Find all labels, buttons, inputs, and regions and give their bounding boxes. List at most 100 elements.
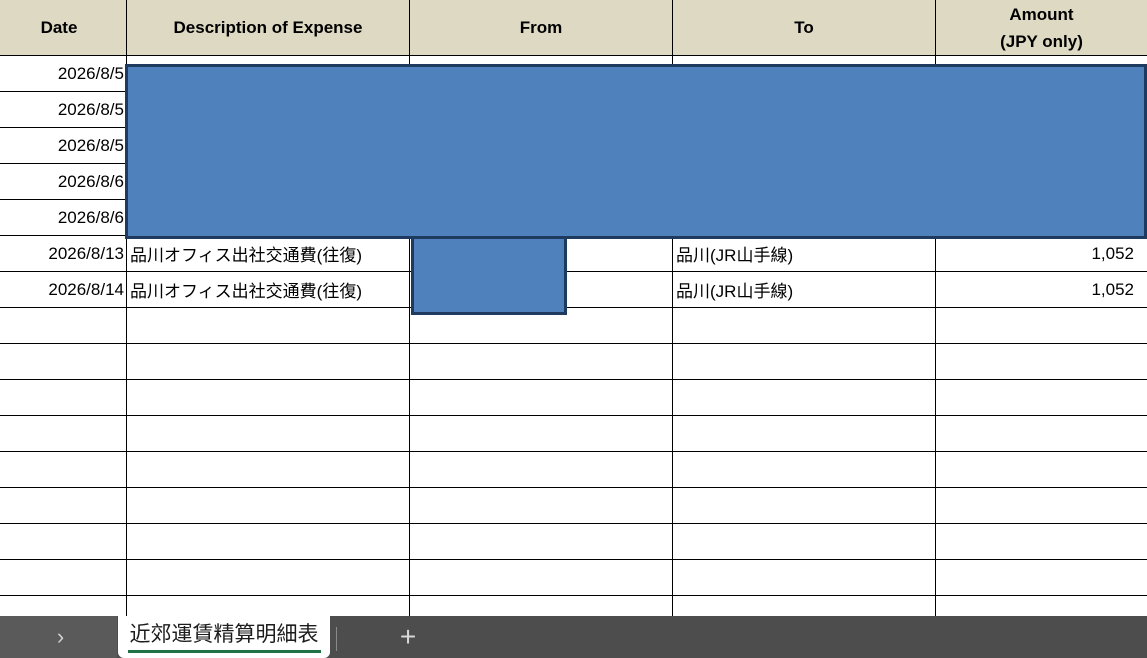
- cell-description-value: 品川オフィス出社交通費(往復): [130, 246, 362, 265]
- cell-date[interactable]: 2026/8/14: [0, 272, 127, 308]
- cell-date[interactable]: 2026/8/13: [0, 236, 127, 272]
- plus-icon: +: [399, 621, 417, 652]
- header-amount-label: Amount: [1009, 4, 1074, 24]
- cell-date[interactable]: 2026/8/5: [0, 128, 127, 164]
- cell-amount[interactable]: 1,052: [936, 272, 1147, 308]
- cell-date[interactable]: [0, 416, 127, 452]
- cell-amount[interactable]: [936, 596, 1147, 616]
- cell-amount[interactable]: [936, 344, 1147, 380]
- cell-description[interactable]: [127, 560, 410, 596]
- cell-to[interactable]: 品川(JR山手線): [673, 236, 936, 272]
- table-row: 2026/8/14 品川オフィス出社交通費(往復) 品川(JR山手線) 1,052: [0, 272, 1147, 308]
- cell-date-value: 2026/8/5: [57, 63, 124, 83]
- header-amount[interactable]: Amount (JPY only): [936, 0, 1147, 56]
- cell-description[interactable]: [127, 488, 410, 524]
- cell-from[interactable]: [410, 560, 673, 596]
- cell-date[interactable]: [0, 380, 127, 416]
- spreadsheet-window: Date Description of Expense From To Amou…: [0, 0, 1147, 658]
- header-amount-unit: (JPY only): [1000, 31, 1083, 51]
- cell-description[interactable]: 品川オフィス出社交通費(往復): [127, 236, 410, 272]
- cell-date-value: 2026/8/5: [57, 99, 124, 119]
- cell-date[interactable]: [0, 452, 127, 488]
- cell-to[interactable]: [673, 344, 936, 380]
- cell-date-value: 2026/8/14: [48, 279, 124, 299]
- sheet-tab-bar: › 近郊運賃精算明細表 +: [0, 616, 1147, 658]
- cell-amount[interactable]: [936, 380, 1147, 416]
- cell-to-value: 品川(JR山手線): [676, 282, 794, 301]
- cell-amount[interactable]: [936, 524, 1147, 560]
- cell-date[interactable]: 2026/8/5: [0, 92, 127, 128]
- cell-to[interactable]: [673, 488, 936, 524]
- header-from-label: From: [519, 17, 563, 37]
- cell-from[interactable]: [410, 380, 673, 416]
- table-row: [0, 380, 1147, 416]
- cell-description[interactable]: 品川オフィス出社交通費(往復): [127, 272, 410, 308]
- cell-date[interactable]: [0, 560, 127, 596]
- cell-description[interactable]: [127, 380, 410, 416]
- cell-to[interactable]: [673, 524, 936, 560]
- table-row: [0, 344, 1147, 380]
- header-from[interactable]: From: [410, 0, 673, 56]
- cell-from[interactable]: [410, 524, 673, 560]
- cell-to[interactable]: [673, 380, 936, 416]
- cell-from[interactable]: [410, 452, 673, 488]
- cell-amount[interactable]: [936, 560, 1147, 596]
- table-row: [0, 524, 1147, 560]
- cell-date-value: 2026/8/6: [57, 171, 124, 191]
- header-description[interactable]: Description of Expense: [127, 0, 410, 56]
- cell-description[interactable]: [127, 344, 410, 380]
- cell-to[interactable]: [673, 416, 936, 452]
- table-row: [0, 416, 1147, 452]
- add-sheet-button[interactable]: +: [390, 616, 426, 658]
- cell-date[interactable]: 2026/8/6: [0, 200, 127, 236]
- cell-description[interactable]: [127, 524, 410, 560]
- header-to[interactable]: To: [673, 0, 936, 56]
- cell-date[interactable]: [0, 524, 127, 560]
- cell-date[interactable]: 2026/8/6: [0, 164, 127, 200]
- cell-date[interactable]: 2026/8/5: [0, 56, 127, 92]
- cell-description[interactable]: [127, 416, 410, 452]
- redaction-box-main: [125, 64, 1147, 239]
- table-row: 2026/8/13 品川オフィス出社交通費(往復) 品川(JR山手線) 1,052: [0, 236, 1147, 272]
- cell-to[interactable]: [673, 308, 936, 344]
- cell-date[interactable]: [0, 308, 127, 344]
- table-row: [0, 452, 1147, 488]
- cell-date-value: 2026/8/13: [48, 243, 124, 263]
- cell-to[interactable]: [673, 596, 936, 616]
- cell-amount[interactable]: [936, 308, 1147, 344]
- cell-amount[interactable]: [936, 416, 1147, 452]
- cell-to-value: 品川(JR山手線): [676, 246, 794, 265]
- table-row: [0, 308, 1147, 344]
- chevron-right-icon: ›: [56, 624, 65, 649]
- header-to-label: To: [794, 17, 814, 37]
- tab-divider: [336, 627, 337, 651]
- cell-date[interactable]: [0, 488, 127, 524]
- cell-description[interactable]: [127, 452, 410, 488]
- cell-to[interactable]: 品川(JR山手線): [673, 272, 936, 308]
- table-row: [0, 488, 1147, 524]
- cell-from[interactable]: [410, 344, 673, 380]
- header-description-label: Description of Expense: [173, 17, 363, 37]
- cell-amount[interactable]: [936, 488, 1147, 524]
- cell-description[interactable]: [127, 596, 410, 616]
- header-row: Date Description of Expense From To Amou…: [0, 0, 1147, 56]
- header-date[interactable]: Date: [0, 0, 127, 56]
- sheet-nav-button[interactable]: ›: [0, 616, 117, 658]
- cell-date[interactable]: [0, 344, 127, 380]
- cell-to[interactable]: [673, 452, 936, 488]
- cell-description-value: 品川オフィス出社交通費(往復): [130, 282, 362, 301]
- cell-amount[interactable]: 1,052: [936, 236, 1147, 272]
- sheet-tab-active[interactable]: 近郊運賃精算明細表: [118, 616, 330, 658]
- cell-from[interactable]: [410, 416, 673, 452]
- cell-date[interactable]: [0, 596, 127, 616]
- cell-amount-value: 1,052: [1091, 279, 1134, 299]
- cell-amount-value: 1,052: [1091, 243, 1134, 263]
- table-row: [0, 560, 1147, 596]
- cell-description[interactable]: [127, 308, 410, 344]
- cell-from[interactable]: [410, 596, 673, 616]
- cell-date-value: 2026/8/5: [57, 135, 124, 155]
- cell-amount[interactable]: [936, 452, 1147, 488]
- sheet-tab-label: 近郊運賃精算明細表: [127, 622, 321, 653]
- cell-from[interactable]: [410, 488, 673, 524]
- cell-to[interactable]: [673, 560, 936, 596]
